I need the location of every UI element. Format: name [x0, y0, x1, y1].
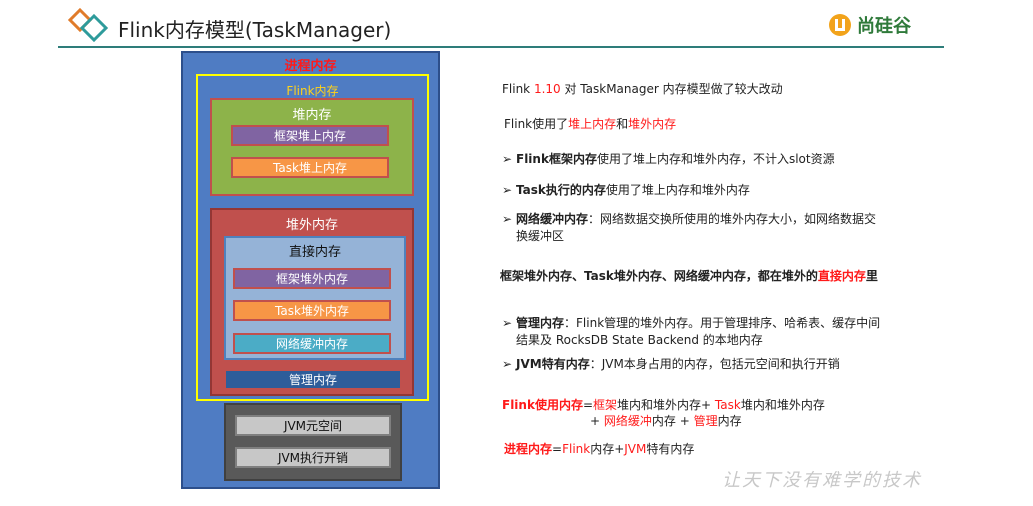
- note-line-1: Flink 1.10 对 TaskManager 内存模型做了较大改动: [502, 80, 783, 97]
- formula-text: 内存 +: [651, 414, 694, 428]
- bullet-arrow-icon: ➢: [502, 212, 513, 226]
- bullet-text: ：网络数据交换所使用的堆外内存大小，如网络数据交: [588, 212, 877, 226]
- summary-text: 框架堆外内存、Task堆外内存、网络缓冲内存，都在堆外的: [500, 269, 818, 283]
- formula-text: +: [590, 414, 604, 428]
- bullet-managed: ➢ 管理内存：Flink管理的堆外内存。用于管理排序、哈希表、缓存中间: [502, 314, 880, 331]
- bullet-title: Flink框架内存: [516, 152, 597, 166]
- off-heap-memory-label: 堆外内存: [285, 218, 338, 233]
- formula-highlight: Flink: [562, 442, 591, 456]
- bullet-text: ：Flink管理的堆外内存。用于管理排序、哈希表、缓存中间: [564, 316, 881, 330]
- bullet-title: JVM特有内存: [516, 357, 590, 371]
- formula-text: 内存+: [590, 442, 625, 456]
- formula-process-memory: 进程内存=Flink内存+JVM特有内存: [504, 440, 694, 457]
- header-divider: [58, 46, 944, 48]
- bullet-title: Task执行的内存: [516, 183, 606, 197]
- note-text: Flink使用了: [504, 117, 569, 131]
- formula-highlight: 管理: [693, 414, 718, 428]
- jvm-metaspace-bar: JVM元空间: [235, 415, 391, 436]
- bullet-text: ：JVM本身占用的内存，包括元空间和执行开销: [589, 357, 840, 371]
- formula-text: =: [552, 442, 563, 456]
- note-text: Flink: [502, 82, 534, 96]
- bullet-arrow-icon: ➢: [502, 316, 513, 330]
- page-title: Flink内存模型(TaskManager): [118, 18, 392, 42]
- network-buffer-bar: 网络缓冲内存: [233, 333, 391, 354]
- note-highlight: 堆上内存: [568, 117, 617, 131]
- bullet-text: 使用了堆上内存和堆外内存，不计入slot资源: [596, 152, 835, 166]
- logo-diamond-icon: [67, 7, 109, 43]
- summary-line: 框架堆外内存、Task堆外内存、网络缓冲内存，都在堆外的直接内存里: [500, 267, 878, 284]
- bullet-jvm: ➢ JVM特有内存：JVM本身占用的内存，包括元空间和执行开销: [502, 355, 840, 372]
- formula-highlight: JVM: [624, 442, 647, 456]
- bullet-task: ➢ Task执行的内存使用了堆上内存和堆外内存: [502, 181, 750, 198]
- framework-off-heap-bar: 框架堆外内存: [233, 268, 391, 289]
- note-line-2: Flink使用了堆上内存和堆外内存: [504, 115, 676, 132]
- formula-text: 特有内存: [646, 442, 695, 456]
- flink-memory-label: Flink内存: [286, 84, 339, 98]
- bullet-arrow-icon: ➢: [502, 152, 513, 166]
- task-off-heap-bar: Task堆外内存: [233, 300, 391, 321]
- brand-icon: [829, 14, 851, 36]
- note-text: 和: [616, 117, 629, 131]
- summary-text: 里: [865, 269, 878, 283]
- formula-text: 内存: [717, 414, 742, 428]
- brand-name: 尚硅谷: [857, 16, 911, 37]
- task-heap-bar: Task堆上内存: [231, 157, 389, 178]
- summary-highlight: 直接内存: [817, 269, 866, 283]
- process-memory-label: 进程内存: [284, 59, 337, 74]
- formula-text: =: [582, 398, 594, 412]
- formula-text: 堆内和堆外内存+: [617, 398, 715, 412]
- managed-memory-bar: 管理内存: [224, 369, 402, 390]
- bullet-title: 网络缓冲内存: [516, 212, 589, 226]
- bullet-title: 管理内存: [516, 316, 565, 330]
- formula-term: 进程内存: [504, 442, 553, 456]
- bullet-framework: ➢ Flink框架内存使用了堆上内存和堆外内存，不计入slot资源: [502, 150, 835, 167]
- note-version: 1.10: [533, 82, 561, 96]
- formula-highlight: Task: [714, 398, 741, 412]
- note-highlight: 堆外内存: [628, 117, 677, 131]
- bullet-text: 使用了堆上内存和堆外内存: [605, 183, 750, 197]
- framework-heap-bar: 框架堆上内存: [231, 125, 389, 146]
- bullet-arrow-icon: ➢: [502, 357, 513, 371]
- formula-term: Flink使用内存: [502, 398, 583, 412]
- heap-memory-label: 堆内存: [292, 108, 332, 123]
- brand-logo: 尚硅谷: [828, 12, 911, 38]
- bullet-network-cont: 换缓冲区: [516, 229, 565, 243]
- formula-highlight: 框架: [593, 398, 618, 412]
- bullet-managed-cont: 结果及 RocksDB State Backend 的本地内存: [516, 333, 763, 347]
- direct-memory-label: 直接内存: [288, 245, 341, 260]
- formula-flink-memory-cont: + 网络缓冲内存 + 管理内存: [590, 412, 742, 429]
- formula-text: 堆内和堆外内存: [740, 398, 825, 412]
- formula-flink-memory: Flink使用内存=框架堆内和堆外内存+ Task堆内和堆外内存: [502, 396, 825, 413]
- heap-memory-box: 堆内存: [210, 98, 414, 196]
- bullet-network: ➢ 网络缓冲内存：网络数据交换所使用的堆外内存大小，如网络数据交: [502, 210, 876, 227]
- bullet-arrow-icon: ➢: [502, 183, 513, 197]
- note-text: 对 TaskManager 内存模型做了较大改动: [560, 82, 783, 96]
- formula-highlight: 网络缓冲: [603, 414, 652, 428]
- watermark: 让天下没有难学的技术: [722, 470, 922, 491]
- jvm-overhead-bar: JVM执行开销: [235, 447, 391, 468]
